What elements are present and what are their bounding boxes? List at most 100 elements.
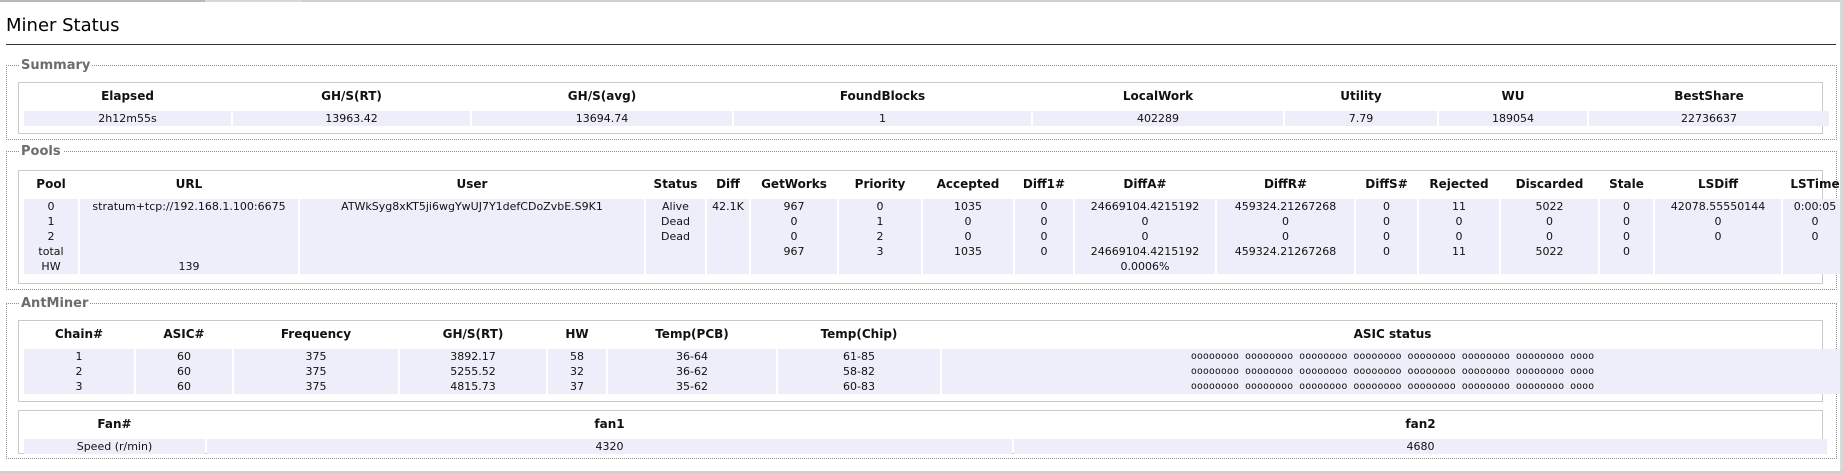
asic-status-cell: oooooooo oooooooo oooooooo oooooooo oooo…	[942, 364, 1843, 379]
pool-cell: 0	[1356, 244, 1417, 259]
pool-cell: 0	[1015, 214, 1073, 229]
pool-cell: Alive	[646, 199, 705, 214]
chain-cell: 58-82	[778, 364, 940, 379]
pools-table: Pool URL User Status Diff GetWorks Priority Acc…	[22, 173, 1843, 274]
pool-cell: 0	[24, 199, 78, 214]
pool-cell	[80, 229, 298, 244]
fan-header: fan1	[594, 417, 625, 431]
chain-cell: 60	[136, 349, 232, 364]
pool-cell: 11	[1419, 199, 1499, 214]
chain-cell: 35-62	[608, 379, 776, 394]
pool-cell: 0	[1655, 214, 1781, 229]
pools-header: Status	[653, 177, 698, 191]
chain-header: HW	[565, 327, 589, 341]
pool-cell: 11	[1419, 244, 1499, 259]
chains-table-box: Chain# ASIC# Frequency GH/S(RT) HW Temp(PCB) T…	[18, 320, 1843, 402]
chain-cell: 3	[24, 379, 134, 394]
summary-table-box: Elapsed GH/S(RT) GH/S(avg) FoundBlocks L…	[18, 82, 1829, 134]
summary-cell: 13694.74	[472, 111, 732, 126]
pool-cell: 0	[1217, 214, 1354, 229]
chain-cell: 1	[24, 349, 134, 364]
pool-cell: 0	[1356, 214, 1417, 229]
fan-speed-value: 4680	[1014, 439, 1827, 454]
fan-speed-value: 4320	[207, 439, 1012, 454]
antminer-legend: AntMiner	[21, 296, 89, 311]
pool-cell: total	[24, 244, 78, 259]
pools-header: GetWorks	[761, 177, 827, 191]
pool-cell	[707, 259, 749, 274]
fan-header: Fan#	[97, 417, 132, 431]
pools-header: User	[456, 177, 488, 191]
pool-cell: 0	[1075, 214, 1215, 229]
pool-cell: 0	[1600, 199, 1653, 214]
pool-cell	[707, 214, 749, 229]
pools-header: Diff	[716, 177, 740, 191]
pool-row: 1 Dead 0 1 0 0 0 0 0 0 0 0 0 0	[24, 214, 1843, 229]
chain-cell: 375	[234, 379, 398, 394]
pool-cell	[1655, 244, 1781, 259]
pool-row: HW 139 0.0006%	[24, 259, 1843, 274]
pool-cell	[300, 214, 644, 229]
pool-cell	[1217, 259, 1354, 274]
pools-header: URL	[175, 177, 203, 191]
summary-header: BestShare	[1674, 89, 1744, 103]
summary-header: FoundBlocks	[839, 89, 926, 103]
pool-cell: 0	[1419, 214, 1499, 229]
summary-header: Elapsed	[101, 89, 154, 103]
chain-cell: 58	[548, 349, 606, 364]
title-divider	[6, 44, 1836, 45]
chain-cell: 375	[234, 364, 398, 379]
pool-cell: 1	[24, 214, 78, 229]
pool-cell: 0	[1356, 229, 1417, 244]
pools-header: Discarded	[1515, 177, 1584, 191]
pools-header: Rejected	[1429, 177, 1489, 191]
chain-cell: 61-85	[778, 349, 940, 364]
chain-row: 3 60 375 4815.73 37 35-62 60-83 oooooooo oooooo…	[24, 379, 1843, 394]
pool-cell: Dead	[646, 214, 705, 229]
pools-header: DiffA#	[1123, 177, 1167, 191]
chain-header: Temp(PCB)	[655, 327, 729, 341]
pool-cell: 0	[1015, 229, 1073, 244]
summary-header: LocalWork	[1122, 89, 1194, 103]
pool-cell	[707, 244, 749, 259]
summary-cell: 13963.42	[233, 111, 470, 126]
chain-cell: 36-62	[608, 364, 776, 379]
pool-cell: 1035	[923, 199, 1013, 214]
chain-row: 2 60 375 5255.52 32 36-62 58-82 oooooooo oooooo…	[24, 364, 1843, 379]
pools-header: DiffS#	[1365, 177, 1408, 191]
pools-header: Stale	[1609, 177, 1644, 191]
pools-table-box: Pool URL User Status Diff GetWorks Priority Acc…	[18, 170, 1843, 284]
chain-header: Temp(Chip)	[820, 327, 898, 341]
chain-cell: 3892.17	[400, 349, 546, 364]
chain-header: Frequency	[280, 327, 352, 341]
pool-row: 2 Dead 0 2 0 0 0 0 0 0 0 0 0 0	[24, 229, 1843, 244]
summary-header: GH/S(avg)	[567, 89, 637, 103]
summary-cell: 402289	[1033, 111, 1283, 126]
pool-cell: 0	[1217, 229, 1354, 244]
pool-row: total 967 3 1035 0 24669104.4215192 459324.212…	[24, 244, 1843, 259]
pool-cell: 24669104.4215192	[1075, 244, 1215, 259]
fans-table-box: Fan# fan1 fan2 Speed (r/min) 4320 4680	[18, 410, 1827, 454]
chain-header: ASIC#	[163, 327, 205, 341]
pool-cell: 0	[1015, 244, 1073, 259]
pool-cell	[1600, 259, 1653, 274]
fan-speed-label: Speed (r/min)	[24, 439, 205, 454]
chain-cell: 2	[24, 364, 134, 379]
pool-cell	[1655, 259, 1781, 274]
pool-cell	[1501, 259, 1598, 274]
pools-header: Pool	[36, 177, 66, 191]
chain-header: Chain#	[54, 327, 104, 341]
pools-legend: Pools	[21, 144, 61, 159]
pool-cell: 24669104.4215192	[1075, 199, 1215, 214]
chain-cell: 60-83	[778, 379, 940, 394]
summary-cell: 2h12m55s	[24, 111, 231, 126]
pool-cell: 3	[839, 244, 921, 259]
fans-header-row: Fan# fan1 fan2	[24, 413, 1827, 435]
page-title: Miner Status	[6, 15, 120, 36]
chain-header: GH/S(RT)	[442, 327, 504, 341]
chains-table: Chain# ASIC# Frequency GH/S(RT) HW Temp(PCB) T…	[22, 323, 1843, 394]
pool-cell: Dead	[646, 229, 705, 244]
pool-cell: 0	[923, 214, 1013, 229]
chain-header: ASIC status	[1353, 327, 1432, 341]
pool-cell: 967	[751, 199, 837, 214]
